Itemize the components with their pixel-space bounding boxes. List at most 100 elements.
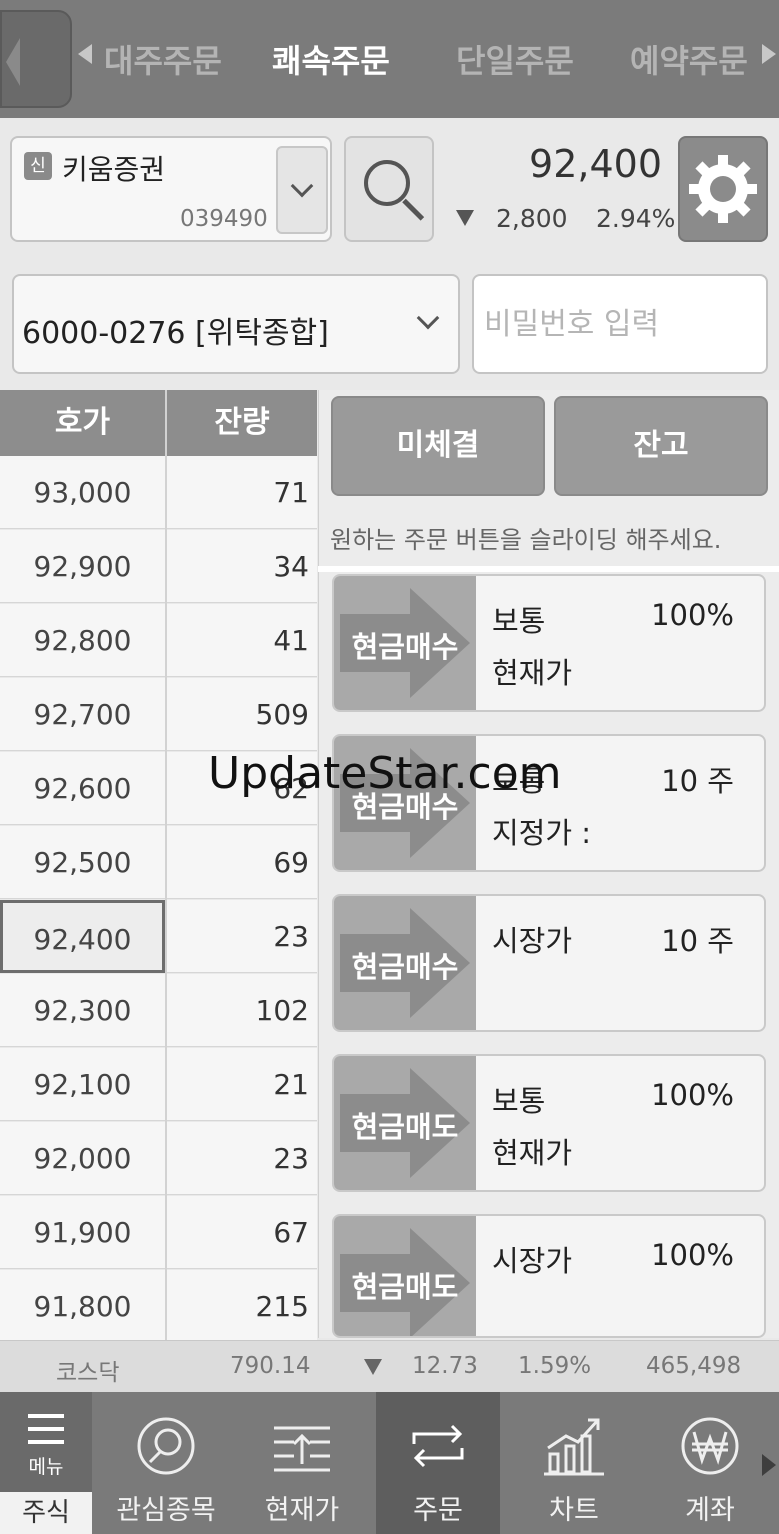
- orderbook-price[interactable]: 92,100: [0, 1048, 165, 1121]
- order-action-label: 현금매수: [351, 630, 459, 664]
- orderbook-qty: 23: [167, 900, 317, 973]
- order-price-type: 현재가: [492, 1136, 573, 1170]
- password-input[interactable]: [472, 274, 768, 374]
- orderbook-price[interactable]: 92,000: [0, 1122, 165, 1195]
- tab-scroll-right-icon[interactable]: [762, 44, 776, 64]
- order-type: 보통: [492, 1084, 546, 1118]
- stock-category-tab[interactable]: 주식: [0, 1492, 92, 1534]
- order-price-type: 현재가: [492, 656, 573, 690]
- orderbook-qty: 41: [167, 604, 317, 677]
- orderbook-price[interactable]: 91,900: [0, 1196, 165, 1269]
- orderbook-price-current[interactable]: 92,400: [0, 900, 165, 973]
- order-type: 시장가: [492, 1244, 573, 1278]
- orderbook-row[interactable]: 92,100 21: [0, 1048, 318, 1122]
- orderbook-row[interactable]: 92,800 41: [0, 604, 318, 678]
- orderbook-price[interactable]: 92,700: [0, 678, 165, 751]
- orderbook-qty-header: 잔량: [167, 390, 317, 456]
- stock-dropdown-button[interactable]: [276, 146, 328, 234]
- orderbook-price[interactable]: 92,300: [0, 974, 165, 1047]
- nav-scroll-right-icon[interactable]: [762, 1454, 776, 1476]
- nav-watchlist[interactable]: 관심종목: [104, 1392, 228, 1534]
- orderbook-qty: 509: [167, 678, 317, 751]
- orderbook-qty: 34: [167, 530, 317, 603]
- orderbook-price[interactable]: 92,500: [0, 826, 165, 899]
- stock-selector[interactable]: 신 키움증권 039490: [10, 136, 332, 242]
- stock-name: 키움증권: [62, 153, 166, 186]
- market-index-bar[interactable]: 코스닥 790.14 12.73 1.59% 465,498: [0, 1340, 779, 1392]
- watermark-text: UpdateStar.com: [208, 748, 562, 799]
- stock-code: 039490: [180, 206, 268, 232]
- menu-button[interactable]: 메뉴 주식: [0, 1392, 92, 1534]
- order-quantity: 100%: [651, 1078, 734, 1112]
- order-action-label: 현금매도: [351, 1110, 459, 1144]
- nav-order[interactable]: 주문: [376, 1392, 500, 1534]
- account-selector[interactable]: 6000-0276 [위탁종합]: [12, 274, 460, 374]
- orderbook-row[interactable]: 91,800 215: [0, 1270, 318, 1344]
- nav-label: 차트: [549, 1495, 599, 1526]
- slide-handle[interactable]: 현금매도: [334, 1216, 476, 1336]
- price-change-rate: 2.94%: [596, 204, 676, 233]
- order-icon: [412, 1424, 464, 1468]
- tab-scroll-left-icon[interactable]: [78, 44, 92, 64]
- orderbook-row[interactable]: 93,000 71: [0, 456, 318, 530]
- order-card-buy-market[interactable]: 현금매수 시장가 10 주: [332, 894, 766, 1032]
- order-type: 시장가: [492, 924, 573, 958]
- account-number: 6000-0276 [위탁종합]: [22, 316, 329, 351]
- orderbook-price[interactable]: 91,800: [0, 1270, 165, 1343]
- current-price-icon: [274, 1426, 330, 1472]
- chevron-down-icon: [416, 306, 440, 330]
- chart-icon: [544, 1418, 604, 1476]
- menu-label: 메뉴: [28, 1456, 64, 1478]
- orderbook-row[interactable]: 91,900 67: [0, 1196, 318, 1270]
- orderbook-qty: 215: [167, 1270, 317, 1343]
- order-quantity: 10 주: [661, 924, 734, 958]
- stock-search-button[interactable]: [344, 136, 434, 242]
- orderbook-qty: 23: [167, 1122, 317, 1195]
- order-action-label: 현금매수: [351, 950, 459, 984]
- hamburger-icon: [28, 1414, 64, 1444]
- orderbook-price-header: 호가: [0, 390, 165, 456]
- order-card-sell-current[interactable]: 현금매도 보통 현재가 100%: [332, 1054, 766, 1192]
- order-type: 보통: [492, 604, 546, 638]
- orderbook-row[interactable]: 92,700 509: [0, 678, 318, 752]
- current-price: 92,400: [529, 142, 662, 186]
- order-card-buy-current[interactable]: 현금매수 보통 현재가 100%: [332, 574, 766, 712]
- market-change-rate: 1.59%: [518, 1353, 592, 1379]
- slide-handle[interactable]: 현금매수: [334, 896, 476, 1030]
- search-icon-handle: [402, 198, 425, 221]
- orderbook-row[interactable]: 92,900 34: [0, 530, 318, 604]
- unfilled-orders-button[interactable]: 미체결: [331, 396, 545, 496]
- market-volume: 465,498: [646, 1353, 742, 1379]
- nav-label: 계좌: [685, 1495, 735, 1526]
- chevron-down-icon: [290, 174, 314, 198]
- nav-chart[interactable]: 차트: [512, 1392, 636, 1534]
- orderbook-row-current[interactable]: 92,400 23: [0, 900, 318, 974]
- gear-icon: [689, 155, 757, 223]
- nav-account[interactable]: 계좌: [648, 1392, 772, 1534]
- settings-button[interactable]: [678, 136, 768, 242]
- tab-quick-order[interactable]: 쾌속주문: [272, 36, 390, 82]
- orderbook-row[interactable]: 92,300 102: [0, 974, 318, 1048]
- orderbook-price[interactable]: 92,600: [0, 752, 165, 825]
- price-change: 2,800: [496, 204, 568, 233]
- tab-lending-order[interactable]: 대주주문: [104, 36, 222, 82]
- tab-reserved-order[interactable]: 예약주문: [630, 36, 748, 82]
- orderbook-price[interactable]: 92,800: [0, 604, 165, 677]
- credit-badge: 신: [24, 152, 52, 180]
- slide-handle[interactable]: 현금매수: [334, 576, 476, 710]
- orderbook-price[interactable]: 92,900: [0, 530, 165, 603]
- balance-button[interactable]: 잔고: [554, 396, 768, 496]
- nav-label: 주문: [413, 1495, 463, 1526]
- orderbook-row[interactable]: 92,000 23: [0, 1122, 318, 1196]
- hint-divider: [318, 566, 779, 572]
- tab-single-order[interactable]: 단일주문: [456, 36, 574, 82]
- slide-handle[interactable]: 현금매도: [334, 1056, 476, 1190]
- back-button[interactable]: [0, 10, 72, 108]
- nav-current-price[interactable]: 현재가: [240, 1392, 364, 1534]
- orderbook-price[interactable]: 93,000: [0, 456, 165, 529]
- nav-label: 관심종목: [116, 1495, 216, 1526]
- order-quantity: 100%: [651, 598, 734, 632]
- orderbook-row[interactable]: 92,500 69: [0, 826, 318, 900]
- nav-label: 현재가: [264, 1495, 340, 1526]
- order-card-sell-market[interactable]: 현금매도 시장가 100%: [332, 1214, 766, 1338]
